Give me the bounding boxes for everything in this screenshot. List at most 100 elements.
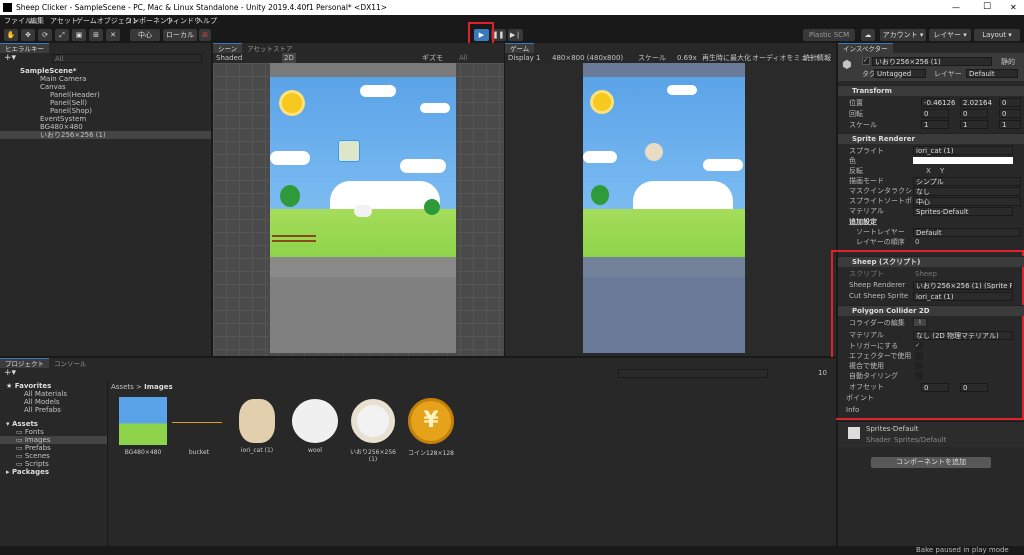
sort-point-dropdown[interactable]: 中心 — [913, 197, 1021, 206]
hierarchy-search-input[interactable]: All — [52, 54, 202, 63]
position-z[interactable]: 0 — [999, 98, 1021, 107]
game-viewport[interactable] — [505, 63, 836, 356]
offset-y[interactable]: 0 — [960, 383, 988, 392]
close-button[interactable]: ✕ — [1010, 0, 1017, 15]
maximize-button[interactable]: ☐ — [983, 0, 991, 15]
static-toggle[interactable]: 静的 — [1001, 57, 1015, 67]
position-x[interactable]: -0.46126 — [921, 98, 955, 107]
effector-checkbox[interactable] — [915, 352, 923, 360]
step-button[interactable]: ▶❘ — [508, 29, 523, 41]
scale-y[interactable]: 1 — [960, 120, 988, 129]
breadcrumb-images[interactable]: Images — [144, 383, 173, 391]
scale-value[interactable]: 0.69x — [677, 53, 697, 63]
move-tool-button[interactable]: ✥ — [21, 29, 35, 41]
scale-x[interactable]: 1 — [921, 120, 949, 129]
rotation-z[interactable]: 0 — [999, 109, 1021, 118]
folder-images[interactable]: ▭ Images — [0, 436, 107, 444]
fav-all-models[interactable]: All Models — [0, 398, 107, 406]
gizmos-dropdown[interactable]: ギズモ — [422, 53, 443, 63]
tab-game[interactable]: ゲーム — [505, 43, 535, 53]
polygon-collider-header[interactable]: Polygon Collider 2D — [838, 305, 1024, 316]
add-icon[interactable]: +▾ — [4, 53, 16, 63]
asset-bucket[interactable]: bucket — [172, 397, 226, 456]
collider-material-field[interactable]: なし (2D 物理マテリアル) — [913, 331, 1013, 340]
color-swatch[interactable] — [913, 157, 1013, 164]
tag-dropdown[interactable]: Untagged — [874, 69, 926, 78]
transform-header[interactable]: Transform — [838, 85, 1024, 96]
folder-prefabs[interactable]: ▭ Prefabs — [0, 444, 107, 452]
pivot-local-button[interactable]: ローカル — [163, 29, 197, 41]
add-icon[interactable]: +▾ — [4, 368, 16, 378]
display-dropdown[interactable]: Display 1 — [508, 53, 540, 63]
points-row[interactable]: ポイント — [838, 393, 1024, 403]
stats-button[interactable]: 統計情報 — [803, 53, 831, 63]
folder-scenes[interactable]: ▭ Scenes — [0, 452, 107, 460]
flip-y-label[interactable]: Y — [940, 166, 944, 176]
tab-inspector[interactable]: インスペクター — [838, 43, 893, 53]
sorting-layer-dropdown[interactable]: Default — [913, 228, 1021, 237]
edit-collider-button[interactable]: ⌇ — [913, 318, 927, 327]
asset-iori-cat[interactable]: iori_cat (1) — [230, 397, 284, 454]
custom-tool-button[interactable]: ✕ — [106, 29, 120, 41]
object-name-field[interactable]: いおり256×256 (1) — [872, 57, 992, 66]
favorites-header[interactable]: ★ Favorites — [0, 382, 107, 390]
tiling-checkbox[interactable] — [915, 372, 923, 380]
asset-coin[interactable]: ¥ コイン128×128 — [404, 397, 458, 457]
tree-item-canvas[interactable]: Canvas — [0, 83, 211, 91]
scene-viewport[interactable] — [213, 63, 504, 356]
position-y[interactable]: 2.02164 — [960, 98, 992, 107]
rect-tool-button[interactable]: ▣ — [72, 29, 86, 41]
tree-item-panel-shop[interactable]: Panel(Shop) — [0, 107, 211, 115]
info-row[interactable]: Info — [838, 405, 1024, 415]
scale-tool-button[interactable]: ⤢ — [55, 29, 69, 41]
active-checkbox[interactable]: ✓ — [862, 57, 870, 65]
tree-item-panel-sell[interactable]: Panel(Sell) — [0, 99, 211, 107]
additional-settings[interactable]: 追加設定 — [838, 217, 1024, 227]
scale-z[interactable]: 1 — [999, 120, 1021, 129]
pivot-center-button[interactable]: 中心 — [130, 29, 160, 41]
minimize-button[interactable]: — — [952, 0, 960, 15]
asset-iori-sheep[interactable]: いおり256×256 (1) — [346, 397, 400, 463]
offset-x[interactable]: 0 — [921, 383, 949, 392]
plastic-scm-button[interactable]: Plastic SCM — [803, 29, 855, 41]
tab-scene[interactable]: シーン — [213, 43, 243, 53]
folder-scripts[interactable]: ▭ Scripts — [0, 460, 107, 468]
transform-tool-button[interactable]: ⊞ — [89, 29, 103, 41]
tree-item-panel-header[interactable]: Panel(Header) — [0, 91, 211, 99]
draw-mode-dropdown[interactable]: シンプル — [913, 177, 1021, 186]
fav-all-materials[interactable]: All Materials — [0, 390, 107, 398]
sheep-renderer-field[interactable]: いおり256×256 (1) (Sprite Rer — [913, 281, 1013, 290]
resolution-dropdown[interactable]: 480×800 (480x800) — [552, 53, 623, 63]
composite-checkbox[interactable] — [915, 362, 923, 370]
snap-button[interactable]: ⊞ — [199, 29, 211, 41]
layer-dropdown[interactable]: Default — [966, 69, 1018, 78]
scene-search-input[interactable]: All — [459, 53, 468, 63]
tree-item-bg[interactable]: BG480×480 — [0, 123, 211, 131]
tree-item-scene[interactable]: SampleScene* — [0, 67, 211, 75]
folder-fonts[interactable]: ▭ Fonts — [0, 428, 107, 436]
rotation-y[interactable]: 0 — [960, 109, 988, 118]
packages-header[interactable]: ▸ Packages — [0, 468, 107, 476]
breadcrumb-assets[interactable]: Assets — [111, 383, 134, 391]
material-field[interactable]: Sprites-Default — [913, 207, 1013, 216]
sprite-field[interactable]: iori_cat (1) — [913, 146, 1013, 155]
tab-project[interactable]: プロジェクト — [0, 358, 49, 368]
maximize-on-play-button[interactable]: 再生時に最大化 — [702, 53, 751, 63]
layers-dropdown[interactable]: レイヤー ▾ — [929, 29, 971, 41]
hand-tool-button[interactable]: ✋ — [4, 29, 18, 41]
asset-wool[interactable]: wool — [288, 397, 342, 454]
order-field[interactable]: 0 — [915, 237, 919, 247]
shading-dropdown[interactable]: Shaded — [216, 53, 242, 63]
cut-sheep-field[interactable]: iori_cat (1) — [913, 292, 1013, 301]
asset-bg[interactable]: BG480×480 — [116, 397, 170, 456]
shader-dropdown[interactable]: Sprites/Default — [894, 436, 946, 444]
rotation-x[interactable]: 0 — [921, 109, 949, 118]
mask-dropdown[interactable]: なし — [913, 187, 1021, 196]
sprite-renderer-header[interactable]: Sprite Renderer — [838, 133, 1024, 144]
rotate-tool-button[interactable]: ⟳ — [38, 29, 52, 41]
mode-2d-button[interactable]: 2D — [282, 53, 296, 63]
assets-header[interactable]: ▾ Assets — [0, 420, 107, 428]
tree-item-iori[interactable]: いおり256×256 (1) — [0, 131, 211, 139]
tree-item-main-camera[interactable]: Main Camera — [0, 75, 211, 83]
menu-help[interactable]: ヘルプ — [196, 15, 217, 27]
